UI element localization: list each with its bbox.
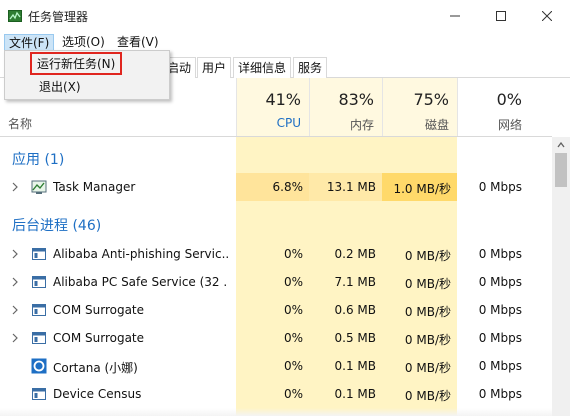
task-manager-icon — [8, 10, 22, 22]
process-row[interactable]: Alibaba PC Safe Service (32 ... 0% 7.1 M… — [0, 268, 552, 296]
process-network: 0 Mbps — [478, 180, 522, 194]
chevron-right-icon[interactable] — [10, 276, 20, 288]
process-disk: 0 MB/秒 — [404, 277, 451, 291]
column-header-disk[interactable]: 75% 磁盘 — [382, 78, 457, 136]
process-memory: 0.5 MB — [334, 331, 376, 345]
tab-users[interactable]: 用户 — [197, 57, 232, 78]
service-window-icon — [32, 388, 46, 400]
process-network: 0 Mbps — [478, 359, 522, 373]
group-header-apps: 应用 (1) — [12, 152, 65, 168]
process-network: 0 Mbps — [478, 331, 522, 345]
close-icon — [542, 11, 552, 21]
chevron-right-icon[interactable] — [10, 304, 20, 316]
chevron-right-icon[interactable] — [10, 332, 20, 344]
column-header-cpu[interactable]: 41% CPU — [236, 78, 309, 136]
process-name: COM Surrogate — [53, 331, 145, 345]
minimize-button[interactable] — [432, 0, 478, 32]
task-manager-icon — [31, 180, 47, 194]
disk-column-label: 磁盘 — [424, 118, 449, 132]
menu-bar: 文件(F) 选项(O) 查看(V) — [0, 32, 570, 52]
process-disk: 0 MB/秒 — [404, 389, 451, 403]
chevron-up-icon — [557, 142, 565, 148]
process-row[interactable]: Alibaba Anti-phishing Servic... 0% 0.2 M… — [0, 240, 552, 268]
cpu-column-label: CPU — [276, 116, 301, 130]
process-disk: 1.0 MB/秒 — [393, 182, 451, 196]
memory-total-percent: 83% — [338, 90, 374, 109]
memory-column-label: 内存 — [349, 118, 374, 132]
process-memory: 0.2 MB — [334, 247, 376, 261]
process-disk: 0 MB/秒 — [404, 361, 451, 375]
process-cpu: 0% — [283, 331, 303, 345]
process-name: Task Manager — [53, 180, 136, 194]
service-window-icon — [32, 276, 46, 288]
cortana-icon — [31, 358, 47, 374]
process-memory: 0.1 MB — [334, 387, 376, 401]
cpu-total-percent: 41% — [265, 90, 301, 109]
process-name: Alibaba PC Safe Service (32 ... — [53, 275, 228, 289]
process-cpu: 0% — [283, 387, 303, 401]
process-row[interactable]: Device Census 0% 0.1 MB 0 MB/秒 0 Mbps — [0, 380, 552, 408]
minimize-icon — [450, 15, 460, 17]
exit-menu-item[interactable]: 退出(X) — [7, 76, 167, 98]
title-bar: 任务管理器 — [0, 0, 570, 32]
process-network: 0 Mbps — [478, 303, 522, 317]
network-column-label: 网络 — [497, 118, 522, 132]
process-name: Cortana (小娜) — [53, 361, 138, 375]
process-row[interactable]: COM Surrogate 0% 0.6 MB 0 MB/秒 0 Mbps — [0, 296, 552, 324]
service-window-icon — [32, 304, 46, 316]
service-window-icon — [32, 248, 46, 260]
group-header-background: 后台进程 (46) — [12, 218, 102, 234]
bottom-edge — [0, 408, 552, 416]
process-disk: 0 MB/秒 — [404, 249, 451, 263]
column-header-network[interactable]: 0% 网络 — [457, 78, 530, 136]
column-header-name[interactable]: 名称 — [8, 115, 32, 132]
process-memory: 13.1 MB — [326, 180, 376, 194]
vertical-scrollbar[interactable] — [552, 137, 570, 416]
process-memory: 0.1 MB — [334, 359, 376, 373]
process-row[interactable]: COM Surrogate 0% 0.5 MB 0 MB/秒 0 Mbps — [0, 324, 552, 352]
column-header-memory[interactable]: 83% 内存 — [309, 78, 382, 136]
scroll-up-button[interactable] — [552, 137, 570, 153]
process-name: Alibaba Anti-phishing Servic... — [53, 247, 228, 261]
process-cpu: 0% — [283, 303, 303, 317]
tab-services[interactable]: 服务 — [293, 57, 328, 78]
maximize-icon — [496, 11, 506, 21]
process-disk: 0 MB/秒 — [404, 305, 451, 319]
maximize-button[interactable] — [478, 0, 524, 32]
process-name: COM Surrogate — [53, 303, 145, 317]
process-cpu: 0% — [283, 247, 303, 261]
process-network: 0 Mbps — [478, 247, 522, 261]
process-cpu: 0% — [283, 275, 303, 289]
network-total-percent: 0% — [496, 90, 522, 109]
service-window-icon — [32, 332, 46, 344]
process-name: Device Census — [53, 387, 142, 401]
chevron-right-icon[interactable] — [10, 248, 20, 260]
process-cpu: 6.8% — [272, 180, 304, 194]
process-network: 0 Mbps — [478, 275, 522, 289]
tab-details[interactable]: 详细信息 — [233, 57, 292, 78]
chevron-right-icon[interactable] — [10, 181, 20, 193]
process-memory: 0.6 MB — [334, 303, 376, 317]
disk-total-percent: 75% — [413, 90, 449, 109]
process-memory: 7.1 MB — [334, 275, 376, 289]
window-title: 任务管理器 — [28, 10, 89, 24]
process-row[interactable]: Cortana (小娜) 0% 0.1 MB 0 MB/秒 0 Mbps — [0, 352, 552, 380]
process-network: 0 Mbps — [478, 387, 522, 401]
scrollbar-thumb[interactable] — [555, 153, 567, 187]
process-disk: 0 MB/秒 — [404, 333, 451, 347]
process-cpu: 0% — [283, 359, 303, 373]
process-row[interactable]: Task Manager 6.8% 13.1 MB 1.0 MB/秒 0 Mbp… — [0, 173, 552, 201]
highlight-annotation — [30, 52, 122, 75]
close-button[interactable] — [524, 0, 570, 32]
